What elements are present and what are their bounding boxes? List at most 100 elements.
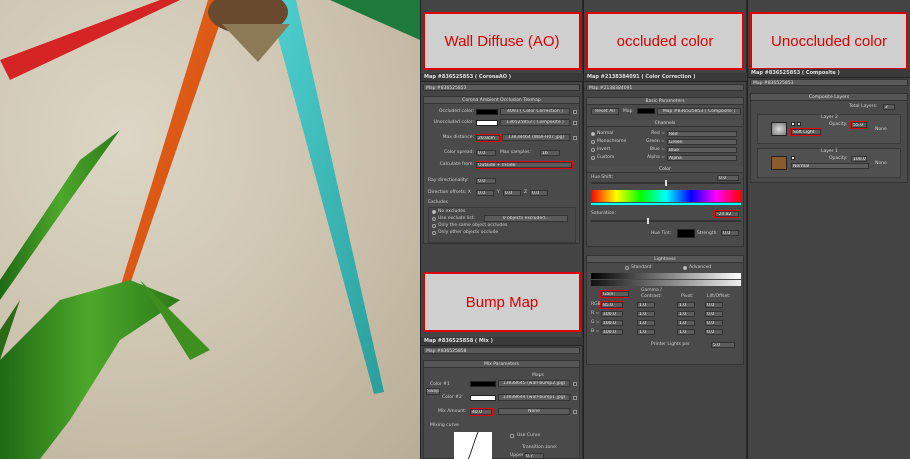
hue-shift-field[interactable]: 0.0 (717, 175, 739, 181)
layer1-blend-select[interactable]: Normal (791, 163, 869, 169)
color1-swatch[interactable] (470, 381, 496, 387)
lightness-lift-field[interactable]: 0.0 (705, 329, 723, 335)
strength-field[interactable]: 0.0 (721, 230, 739, 236)
layer2-label: Layer 2 (821, 115, 838, 120)
max-distance-checkbox[interactable] (573, 136, 577, 140)
lightness-gain-field[interactable]: 100.0 (601, 329, 623, 335)
unoccluded-map-checkbox[interactable] (573, 121, 577, 125)
mix-map-name-field[interactable]: Map #836525858 (423, 347, 580, 354)
excl-radio-other[interactable] (432, 231, 436, 235)
channels-header[interactable]: Channels (587, 120, 743, 127)
lightness-gain-field[interactable]: 100.0 (601, 320, 623, 326)
basic-parameters-header[interactable]: Basic Parameters (587, 98, 743, 105)
normal-radio[interactable] (591, 132, 595, 136)
lightness-pivot-field[interactable]: 1.0 (677, 311, 695, 317)
layer2-mask-none[interactable]: None (875, 127, 887, 133)
monochrome-radio[interactable] (591, 140, 595, 144)
map-swatch[interactable] (637, 108, 655, 114)
color1-checkbox[interactable] (573, 382, 577, 386)
comp-title-bar[interactable]: Map #836525853 ( Composite ) (748, 69, 910, 78)
occluded-color-swatch[interactable] (476, 109, 498, 115)
layer2-opacity-field[interactable]: 55.0 (850, 121, 868, 129)
mix-amount-checkbox[interactable] (573, 410, 577, 414)
max-distance-map-button[interactable]: 13838464 (Wall-H07.jpg) (502, 134, 570, 141)
excl-radio-none[interactable] (432, 210, 436, 214)
layer1-opacity-field[interactable]: 100.0 (851, 156, 867, 162)
lightness-lift-field[interactable]: 0.0 (705, 320, 723, 326)
lightness-header[interactable]: Lightness (587, 256, 743, 263)
ao-map-name-field[interactable]: Map #836525853 (423, 84, 580, 91)
advanced-radio[interactable] (683, 266, 687, 270)
printer-lights-field[interactable]: 5.0 (711, 342, 735, 348)
direction-offset-y[interactable]: 0.0 (503, 190, 521, 196)
lightness-gamma-field[interactable]: 1.0 (637, 302, 655, 308)
layer1-mask-none[interactable]: None (875, 161, 887, 167)
unoccluded-color-swatch[interactable] (476, 120, 498, 126)
lightness-lift-field[interactable]: 0.0 (705, 302, 723, 308)
mix-title-bar[interactable]: Map #836525858 ( Mix ) (421, 337, 583, 346)
color-header[interactable]: Color (587, 166, 743, 173)
excl-radio-same[interactable] (432, 224, 436, 228)
layer1-visibility-icon[interactable] (791, 156, 795, 160)
max-samples-field[interactable]: 16 (540, 150, 560, 156)
comp-map-name-field[interactable]: Map #836525853 (750, 79, 908, 86)
mix-rollout-header[interactable]: Mix Parameters (424, 361, 579, 368)
lightness-lift-field[interactable]: 0.0 (705, 311, 723, 317)
cc-map-button[interactable]: Map #836525853 ( Composite ) (657, 108, 741, 115)
excl-radio-list[interactable] (432, 217, 436, 221)
color-spread-field[interactable]: 0.0 (476, 150, 496, 156)
calculate-from-select[interactable]: Outside + Inside (475, 161, 573, 169)
lightness-pivot-field[interactable]: 1.0 (677, 320, 695, 326)
lightness-gamma-field[interactable]: 1.0 (637, 311, 655, 317)
layer2-blend-select[interactable]: Soft Light (790, 128, 822, 136)
unoccluded-map-button[interactable]: 136525853 ( Composite ) (500, 119, 570, 126)
lightness-pivot-field[interactable]: 1.0 (677, 302, 695, 308)
ao-rollout-header[interactable]: Corona Ambient Occlusion Texmap (424, 97, 579, 104)
hue-shift-thumb[interactable] (665, 180, 667, 186)
max-distance-field[interactable]: 20.0cm (475, 134, 501, 142)
layer2-visibility-icon[interactable] (791, 122, 795, 126)
lightness-gamma-field[interactable]: 1.0 (637, 320, 655, 326)
lightness-gain-field[interactable]: 100.0 (601, 311, 623, 317)
mix-amount-map-button[interactable]: None (498, 408, 570, 415)
cc-title-bar[interactable]: Map #2138384091 ( Color Correction ) (584, 73, 747, 82)
cc-map-name-field[interactable]: Map #2138384091 (586, 84, 744, 91)
color2-swatch[interactable] (470, 395, 496, 401)
occluded-map-checkbox[interactable] (573, 110, 577, 114)
upper-field[interactable]: 0.7 (524, 453, 544, 459)
layer1-thumbnail[interactable] (771, 156, 787, 170)
lightness-gamma-field[interactable]: 1.0 (637, 329, 655, 335)
swap-button[interactable]: Swap (426, 388, 440, 395)
standard-radio[interactable] (625, 266, 629, 270)
ray-directionality-field[interactable]: 0.0 (476, 178, 496, 184)
color1-map-button[interactable]: 13838645 (wall-bump2.jpg) (498, 380, 570, 387)
hue-tint-swatch[interactable] (677, 229, 695, 238)
exclude-list-button[interactable]: 0 objects excluded... (484, 215, 568, 222)
color2-map-button[interactable]: 13838644 (wall-bump1.jpg) (498, 394, 570, 401)
composite-layers-header[interactable]: Composite Layers (751, 94, 907, 101)
lightness-gain-field[interactable]: 85.0 (600, 301, 624, 309)
reset-all-button[interactable]: Reset All (591, 108, 619, 115)
red-channel-select[interactable]: Red (667, 131, 737, 137)
mix-amount-field[interactable]: 40.0 (469, 408, 493, 416)
saturation-thumb[interactable] (647, 218, 649, 224)
direction-offset-z[interactable]: 0.0 (530, 190, 548, 196)
blue-channel-select[interactable]: Blue (667, 147, 737, 153)
saturation-slider[interactable] (591, 220, 741, 222)
invert-radio[interactable] (591, 148, 595, 152)
lightness-pivot-field[interactable]: 1.0 (677, 329, 695, 335)
layer2-lock-icon[interactable] (797, 122, 801, 126)
green-channel-select[interactable]: Green (667, 139, 737, 145)
total-layers-field[interactable]: 2 (883, 104, 895, 110)
saturation-field[interactable]: -20.82 (714, 210, 740, 218)
direction-offset-x[interactable]: 0.0 (476, 190, 494, 196)
gain-select[interactable]: Gain: (600, 290, 630, 298)
alpha-channel-select[interactable]: Alpha (667, 155, 737, 161)
ao-title-bar[interactable]: Map #836525853 ( CoronaAO ) (421, 73, 583, 82)
layer2-thumbnail[interactable] (771, 122, 787, 136)
mixing-curve-line (467, 431, 479, 459)
custom-radio[interactable] (591, 156, 595, 160)
occluded-map-button[interactable]: 4091 ( Color Correction ) (500, 108, 570, 115)
color2-checkbox[interactable] (573, 396, 577, 400)
use-curve-checkbox[interactable] (510, 434, 514, 438)
